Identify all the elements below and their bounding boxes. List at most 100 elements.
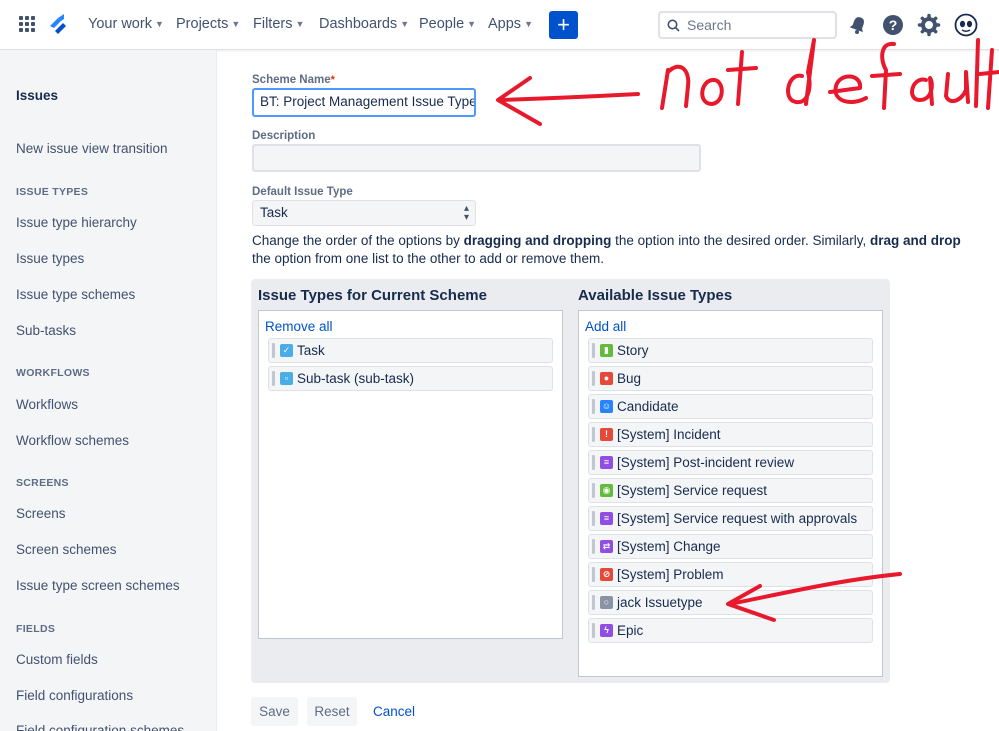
nav-label: Apps [488, 16, 522, 32]
drag-handle-icon[interactable] [592, 427, 595, 442]
nav-apps[interactable]: Apps ▼ [488, 16, 533, 32]
list-item-label: [System] Problem [617, 567, 724, 582]
settings-icon[interactable] [917, 13, 941, 37]
drag-handle-icon[interactable] [272, 343, 275, 358]
list-item[interactable]: ● Bug [588, 366, 873, 391]
list-item-label: Epic [617, 623, 644, 638]
nav-dashboards[interactable]: Dashboards ▼ [319, 16, 409, 32]
drag-handle-icon[interactable] [592, 539, 595, 554]
task-icon: ✓ [280, 344, 293, 357]
drag-handle-icon[interactable] [592, 371, 595, 386]
list-item[interactable]: ! [System] Incident [588, 422, 873, 447]
list-item[interactable]: ⊘ [System] Problem [588, 562, 873, 587]
profile-avatar-icon[interactable] [954, 13, 978, 37]
remove-all-link[interactable]: Remove all [265, 319, 333, 334]
drag-handle-icon[interactable] [592, 483, 595, 498]
sidebar-item-sub-tasks[interactable]: Sub-tasks [16, 323, 76, 338]
drag-handle-icon[interactable] [592, 595, 595, 610]
annotation-arrowhead [496, 76, 542, 126]
sidebar-item-screen-schemes[interactable]: Screen schemes [16, 542, 117, 557]
nav-people[interactable]: People ▼ [419, 16, 476, 32]
list-item[interactable]: ○ jack Issuetype [588, 590, 873, 615]
bug-icon: ● [600, 372, 613, 385]
chevron-down-icon: ▼ [524, 19, 533, 29]
chevron-down-icon: ▼ [231, 19, 241, 29]
drag-handle-icon[interactable] [592, 623, 595, 638]
list-item-label: Task [297, 343, 325, 358]
nav-label: People [419, 16, 465, 32]
help-text-part: Change the order of the options by [252, 233, 464, 248]
list-item[interactable]: ✓ Task [268, 338, 553, 363]
help-text: Change the order of the options by dragg… [252, 232, 972, 268]
description-field[interactable] [252, 144, 701, 172]
list-item-label: Sub-task (sub-task) [297, 371, 415, 386]
list-item[interactable]: ⇄ [System] Change [588, 534, 873, 559]
drag-handle-icon[interactable] [592, 455, 595, 470]
nav-your-work[interactable]: Your work ▼ [88, 16, 164, 32]
chevron-down-icon: ▼ [154, 19, 164, 29]
list-item[interactable]: ≡ [System] Post-incident review [588, 450, 873, 475]
sidebar-item-field-configurations[interactable]: Field configurations [16, 688, 133, 703]
sidebar-item-issue-type-screen-schemes[interactable]: Issue type screen schemes [16, 578, 180, 593]
drag-handle-icon[interactable] [592, 343, 595, 358]
available-list-title: Available Issue Types [578, 287, 733, 304]
sidebar-item-new-issue-view-transition[interactable]: New issue view transition [16, 141, 168, 156]
help-text-emphasis: dragging and dropping [463, 233, 612, 248]
nav-filters[interactable]: Filters ▼ [253, 16, 304, 32]
save-button[interactable]: Save [251, 697, 298, 726]
nav-label: Projects [176, 16, 229, 32]
list-item[interactable]: ϟ Epic [588, 618, 873, 643]
default-issue-type-label: Default Issue Type [252, 186, 353, 198]
nav-label: Your work [88, 16, 152, 32]
default-issue-type-select[interactable]: Task ▴ ▾ [252, 200, 476, 226]
sidebar-item-custom-fields[interactable]: Custom fields [16, 652, 98, 667]
create-button[interactable]: + [549, 11, 578, 39]
sidebar-item-issue-types[interactable]: Issue types [16, 251, 84, 266]
incident-icon: ! [600, 428, 613, 441]
sidebar-item-workflows[interactable]: Workflows [16, 397, 78, 412]
search-icon [667, 19, 680, 32]
nav-projects[interactable]: Projects ▼ [176, 16, 240, 32]
drag-handle-icon[interactable] [592, 399, 595, 414]
top-navigation: Your work ▼ Projects ▼ Filters ▼ Dashboards… [0, 0, 999, 50]
help-text-part: the option from one list to the other to… [252, 251, 604, 266]
drag-handle-icon[interactable] [592, 567, 595, 582]
search-input[interactable]: Search [658, 11, 837, 39]
change-icon: ⇄ [600, 540, 613, 553]
review-icon: ≡ [600, 456, 613, 469]
jira-logo-icon[interactable] [47, 13, 69, 37]
list-item[interactable]: ◉ [System] Service request [588, 478, 873, 503]
list-item-label: [System] Incident [617, 427, 721, 442]
add-all-link[interactable]: Add all [585, 319, 626, 334]
sidebar-item-issue-type-hierarchy[interactable]: Issue type hierarchy [16, 215, 137, 230]
app-switcher-icon[interactable] [19, 16, 35, 32]
drag-handle-icon[interactable] [592, 511, 595, 526]
list-item[interactable]: ☺ Candidate [588, 394, 873, 419]
story-icon: ▮ [600, 344, 613, 357]
list-item[interactable]: ≡ [System] Service request with approvals [588, 506, 873, 531]
sidebar-heading-screens: SCREENS [16, 477, 69, 489]
cancel-button[interactable]: Cancel [366, 697, 422, 726]
notifications-icon[interactable] [846, 13, 870, 37]
problem-icon: ⊘ [600, 568, 613, 581]
list-item[interactable]: ▫ Sub-task (sub-task) [268, 366, 553, 391]
help-text-emphasis: drag and drop [870, 233, 961, 248]
scheme-name-field[interactable]: BT: Project Management Issue Type [252, 88, 476, 117]
drag-handle-icon[interactable] [272, 371, 275, 386]
select-chevron-icon: ▴ ▾ [463, 203, 469, 223]
sidebar-item-screens[interactable]: Screens [16, 506, 66, 521]
help-icon[interactable]: ? [881, 13, 905, 37]
candidate-icon: ☺ [600, 400, 613, 413]
sidebar: Issues New issue view transition ISSUE T… [0, 50, 217, 731]
description-label: Description [252, 130, 316, 142]
list-item[interactable]: ▮ Story [588, 338, 873, 363]
sidebar-heading-issue-types: ISSUE TYPES [16, 186, 89, 198]
list-item-label: [System] Service request with approvals [617, 511, 858, 526]
sidebar-item-issue-type-schemes[interactable]: Issue type schemes [16, 287, 135, 302]
sidebar-item-field-configuration-schemes[interactable]: Field configuration schemes [16, 723, 184, 731]
sidebar-title: Issues [16, 88, 59, 103]
sidebar-item-workflow-schemes[interactable]: Workflow schemes [16, 433, 129, 448]
list-item-label: [System] Service request [617, 483, 768, 498]
list-item-label: Bug [617, 371, 642, 386]
reset-button[interactable]: Reset [307, 697, 357, 726]
